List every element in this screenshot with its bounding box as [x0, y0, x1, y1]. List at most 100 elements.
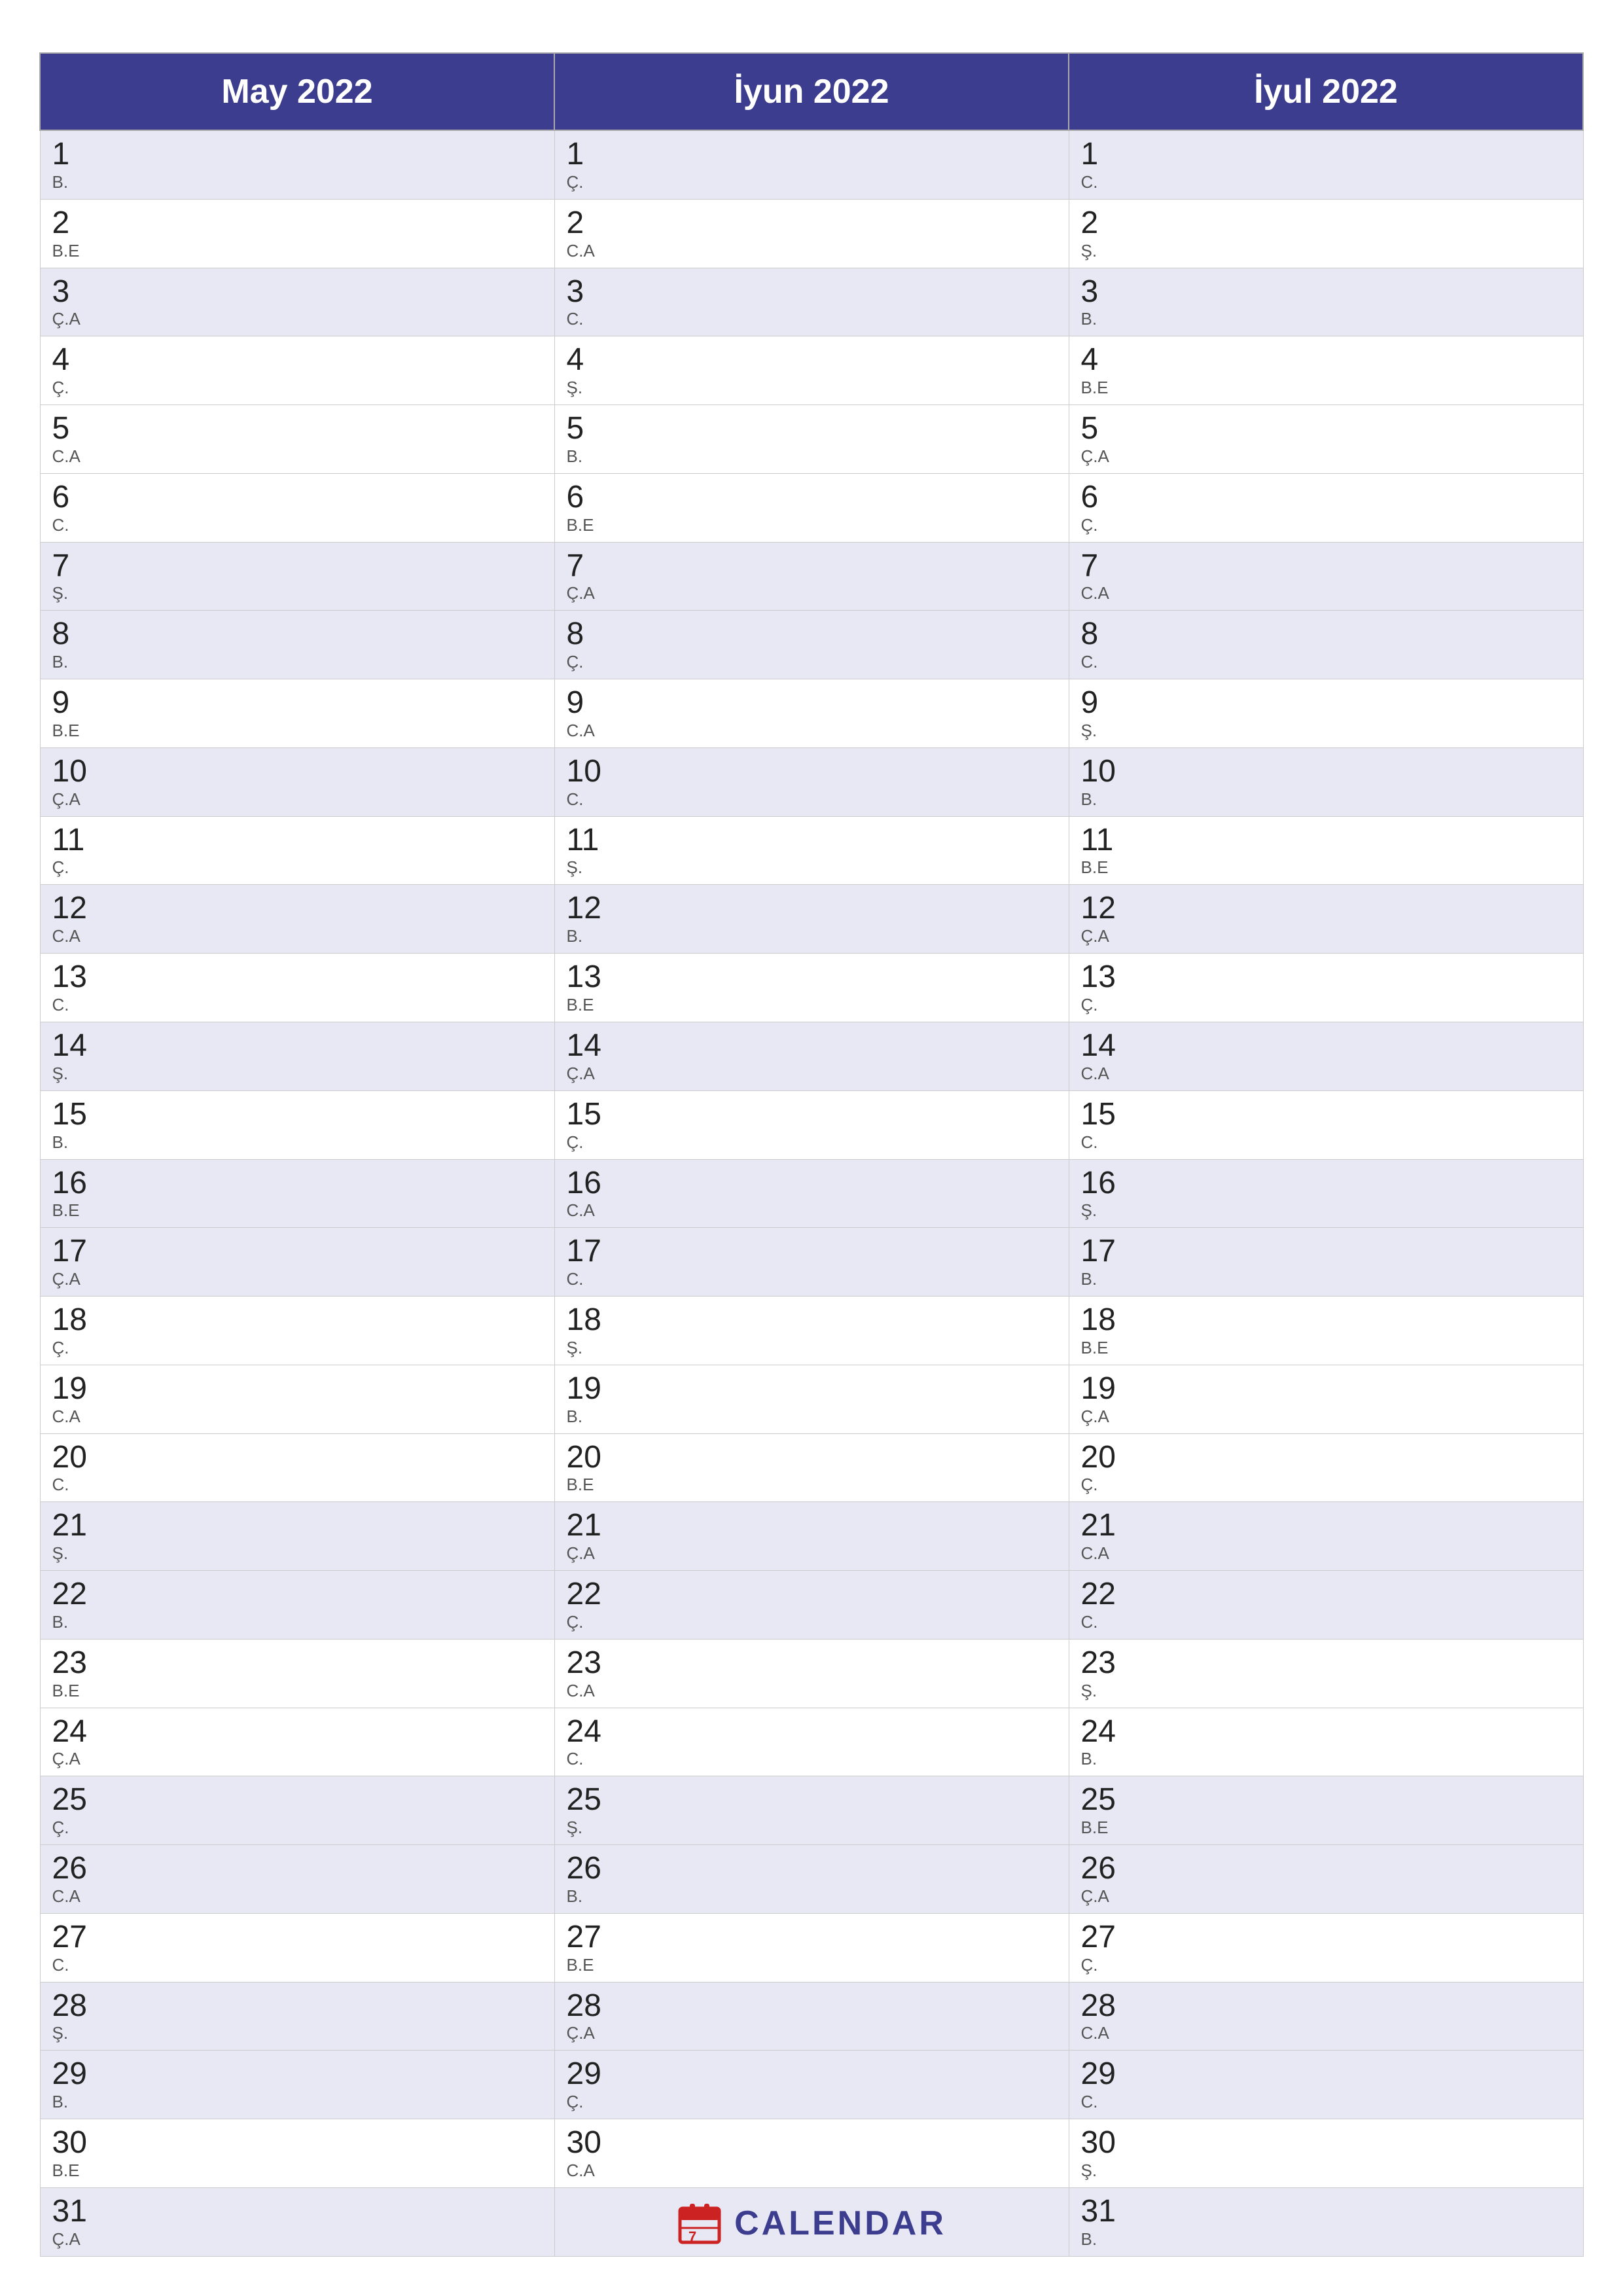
day-cell: 27 C.: [40, 1913, 554, 1982]
day-number: 4: [1081, 343, 1571, 378]
day-cell: 10 C.: [554, 747, 1069, 816]
day-number: 27: [52, 1920, 543, 1955]
calendar-row: 23 B.E 23 C.A 23 Ş.: [40, 1639, 1583, 1708]
day-cell: 15 Ç.: [554, 1090, 1069, 1159]
day-number: 21: [567, 1509, 1057, 1543]
month-header-iyun: İyun 2022: [554, 53, 1069, 130]
day-cell: 24 B.: [1069, 1708, 1583, 1776]
day-abbreviation: Ç.: [567, 2092, 1057, 2112]
calendar-row: 6 C. 6 B.E 6 Ç.: [40, 473, 1583, 542]
day-number: 19: [567, 1372, 1057, 1407]
day-cell: 21 Ç.A: [554, 1502, 1069, 1571]
calendar-row: 14 Ş. 14 Ç.A 14 C.A: [40, 1022, 1583, 1090]
day-number: 1: [1081, 137, 1571, 172]
day-abbreviation: C.: [567, 1749, 1057, 1769]
day-cell: 14 Ş.: [40, 1022, 554, 1090]
day-number: 4: [52, 343, 543, 378]
calendar-row: 20 C. 20 B.E 20 Ç.: [40, 1433, 1583, 1502]
header-row: May 2022 İyun 2022 İyul 2022: [40, 53, 1583, 130]
day-abbreviation: Ç.A: [567, 2023, 1057, 2043]
day-number: 8: [52, 617, 543, 652]
day-number: 29: [567, 2057, 1057, 2092]
calendar-row: 28 Ş. 28 Ç.A 28 C.A: [40, 1982, 1583, 2051]
day-abbreviation: Ç.A: [52, 1749, 543, 1769]
day-cell: 25 Ç.: [40, 1776, 554, 1845]
day-abbreviation: Ş.: [1081, 1200, 1571, 1221]
page: May 2022 İyun 2022 İyul 2022 1 B. 1 Ç. 1…: [0, 0, 1623, 2296]
day-cell: 6 B.E: [554, 473, 1069, 542]
day-number: 11: [52, 823, 543, 858]
day-abbreviation: C.: [567, 1269, 1057, 1289]
day-cell: 12 B.: [554, 885, 1069, 954]
day-abbreviation: B.E: [52, 2161, 543, 2181]
day-number: 9: [567, 686, 1057, 721]
calendar-row: 19 C.A 19 B. 19 Ç.A: [40, 1365, 1583, 1433]
day-number: 22: [567, 1577, 1057, 1612]
day-abbreviation: Ş.: [1081, 721, 1571, 741]
day-abbreviation: Ç.: [567, 652, 1057, 672]
day-number: 14: [567, 1029, 1057, 1064]
day-cell: 29 Ç.: [554, 2051, 1069, 2119]
day-number: 10: [567, 755, 1057, 789]
day-number: 5: [52, 412, 543, 446]
calendar-row: 4 Ç. 4 Ş. 4 B.E: [40, 336, 1583, 405]
day-abbreviation: C.A: [567, 721, 1057, 741]
day-cell: 11 B.E: [1069, 816, 1583, 885]
day-cell: 21 C.A: [1069, 1502, 1583, 1571]
calendar-row: 30 B.E 30 C.A 30 Ş.: [40, 2119, 1583, 2188]
day-number: 28: [52, 1989, 543, 2024]
day-cell: 16 B.E: [40, 1159, 554, 1228]
month-header-may: May 2022: [40, 53, 554, 130]
day-cell: 20 B.E: [554, 1433, 1069, 1502]
day-abbreviation: B.E: [1081, 1818, 1571, 1838]
day-number: 1: [567, 137, 1057, 172]
day-number: 15: [567, 1098, 1057, 1132]
calendar-row: 27 C. 27 B.E 27 Ç.: [40, 1913, 1583, 1982]
day-abbreviation: B.: [1081, 1269, 1571, 1289]
calendar-row: 2 B.E 2 C.A 2 Ş.: [40, 199, 1583, 268]
calendar-row: 22 B. 22 Ç. 22 C.: [40, 1571, 1583, 1640]
day-cell: 22 Ç.: [554, 1571, 1069, 1640]
day-abbreviation: B.E: [567, 995, 1057, 1015]
day-number: 13: [52, 960, 543, 995]
day-abbreviation: B.: [52, 172, 543, 192]
day-number: 11: [1081, 823, 1571, 858]
day-number: 19: [1081, 1372, 1571, 1407]
day-cell: 23 B.E: [40, 1639, 554, 1708]
day-abbreviation: Ş.: [1081, 1681, 1571, 1701]
day-cell: 14 C.A: [1069, 1022, 1583, 1090]
day-cell: 1 C.: [1069, 130, 1583, 199]
logo-container: 7 CALENDAR: [677, 2200, 946, 2246]
day-abbreviation: B.E: [52, 241, 543, 261]
day-number: 29: [1081, 2057, 1571, 2092]
day-number: 21: [1081, 1509, 1571, 1543]
day-cell: 2 Ş.: [1069, 199, 1583, 268]
calendar-row: 16 B.E 16 C.A 16 Ş.: [40, 1159, 1583, 1228]
calendar-table: May 2022 İyun 2022 İyul 2022 1 B. 1 Ç. 1…: [39, 52, 1584, 2257]
day-abbreviation: Ç.: [1081, 515, 1571, 535]
day-cell: 22 B.: [40, 1571, 554, 1640]
day-abbreviation: B.E: [1081, 1338, 1571, 1358]
day-abbreviation: B.: [1081, 309, 1571, 329]
day-number: 18: [567, 1303, 1057, 1338]
day-number: 20: [1081, 1441, 1571, 1475]
day-abbreviation: Ç.: [52, 378, 543, 398]
day-number: 6: [1081, 480, 1571, 515]
day-abbreviation: B.E: [52, 721, 543, 741]
day-number: 16: [567, 1166, 1057, 1201]
day-number: 8: [1081, 617, 1571, 652]
day-abbreviation: Ç.: [1081, 1475, 1571, 1495]
day-number: 6: [52, 480, 543, 515]
day-number: 18: [52, 1303, 543, 1338]
day-abbreviation: C.: [1081, 652, 1571, 672]
day-abbreviation: B.E: [52, 1681, 543, 1701]
day-abbreviation: Ş.: [567, 857, 1057, 878]
day-number: 25: [52, 1783, 543, 1818]
day-number: 26: [52, 1852, 543, 1886]
day-cell: 1 B.: [40, 130, 554, 199]
day-number: 13: [567, 960, 1057, 995]
day-abbreviation: C.A: [1081, 1543, 1571, 1564]
day-cell: 16 C.A: [554, 1159, 1069, 1228]
day-cell: 13 Ç.: [1069, 954, 1583, 1022]
day-cell: 24 Ç.A: [40, 1708, 554, 1776]
